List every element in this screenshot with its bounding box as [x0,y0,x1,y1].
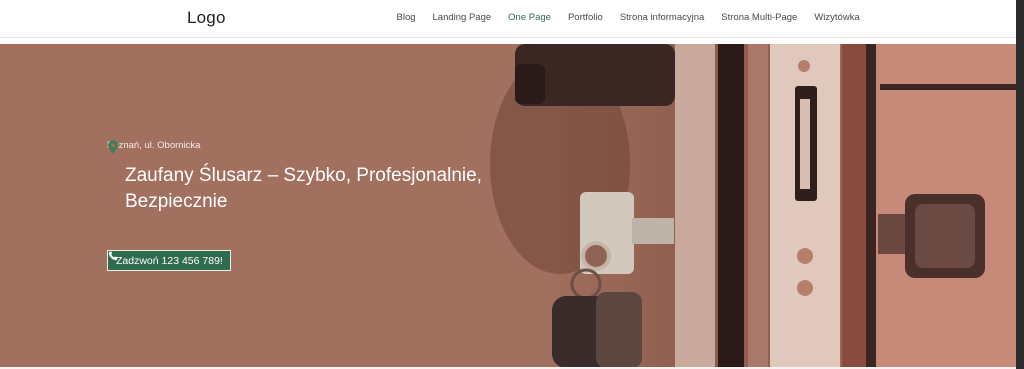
main-nav: Blog Landing Page One Page Portfolio Str… [388,12,868,23]
nav-item-wizytowka[interactable]: Wizytówka [806,12,868,23]
window-scrollbar[interactable] [1016,0,1024,369]
nav-item-strona-informacyjna[interactable]: Strona informacyjna [611,12,712,23]
hero-content: Poznań, ul. Obornicka Zaufany Ślusarz – … [107,140,525,215]
site-header: Logo Blog Landing Page One Page Portfoli… [0,0,1024,38]
call-button-label: Zadzwoń 123 456 789! [116,254,223,267]
hero-section: Poznań, ul. Obornicka Zaufany Ślusarz – … [0,44,1016,369]
location-text: Poznań, ul. Obornicka [107,140,201,151]
logo[interactable]: Logo [187,8,226,28]
page: Logo Blog Landing Page One Page Portfoli… [0,0,1024,369]
phone-icon [108,251,118,261]
nav-item-portfolio[interactable]: Portfolio [559,12,611,23]
location: Poznań, ul. Obornicka [107,140,525,154]
nav-item-one-page[interactable]: One Page [500,12,560,23]
nav-item-landing-page[interactable]: Landing Page [424,12,500,23]
nav-item-blog[interactable]: Blog [388,12,424,23]
hero-headline: Zaufany Ślusarz – Szybko, Profesjonalnie… [125,165,482,212]
call-button[interactable]: Zadzwoń 123 456 789! [107,250,231,271]
nav-item-strona-multi-page[interactable]: Strona Multi-Page [713,12,806,23]
map-pin-icon [108,140,118,154]
